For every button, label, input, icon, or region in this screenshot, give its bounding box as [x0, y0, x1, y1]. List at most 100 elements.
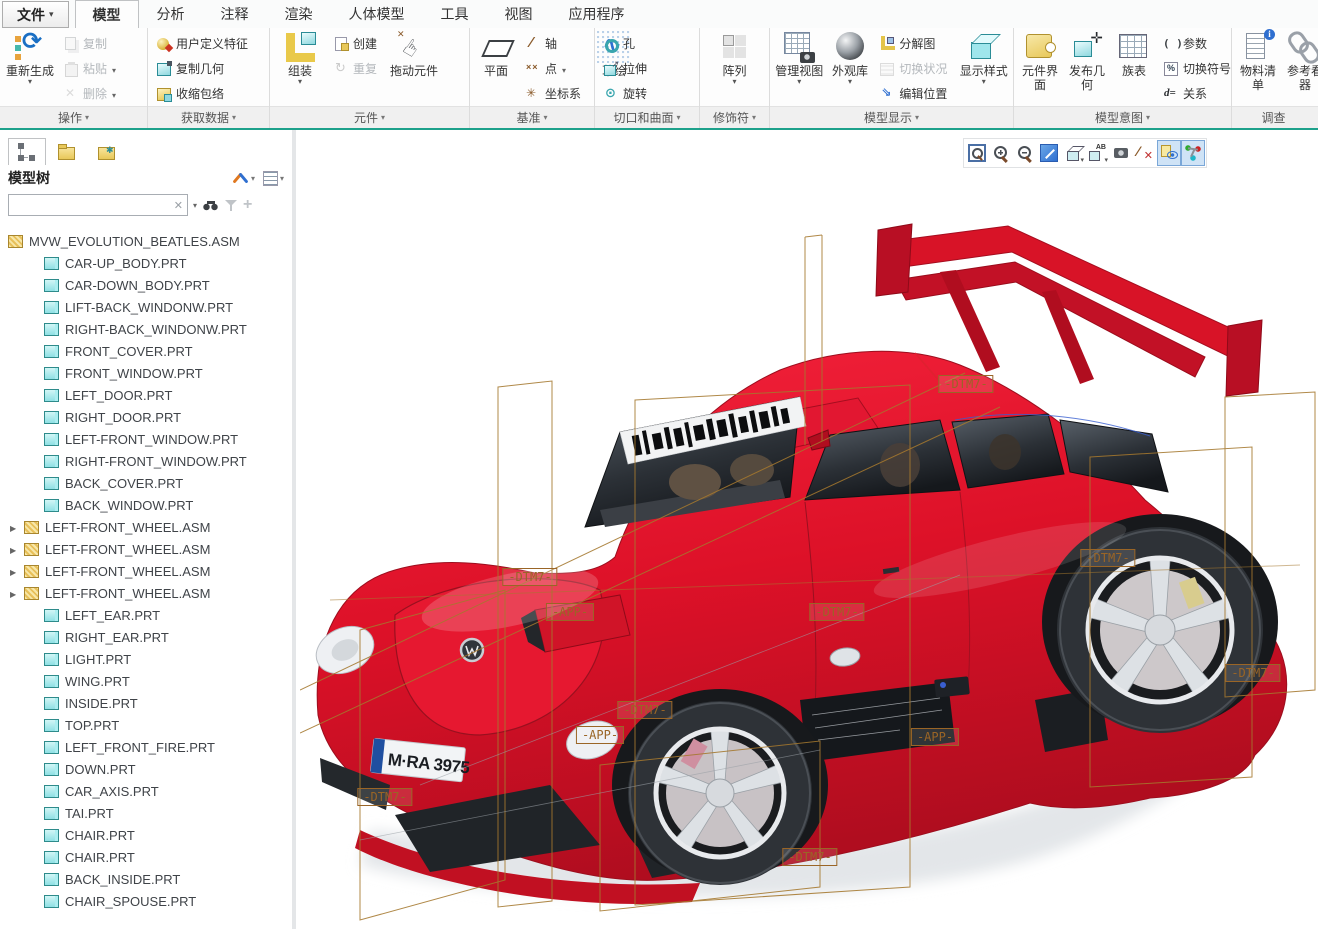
tree-item[interactable]: CHAIR.PRT: [0, 824, 292, 846]
component-interface-button[interactable]: 元件界面: [1017, 30, 1063, 102]
ribbon-button[interactable]: 拉伸: [598, 56, 656, 81]
tree-item[interactable]: WING.PRT: [0, 670, 292, 692]
ribbon-button[interactable]: 创建: [328, 31, 386, 56]
ribbon-button[interactable]: 粘贴: [58, 56, 121, 81]
tree-settings-button[interactable]: ▾: [263, 171, 284, 186]
ribbon-tab[interactable]: 模型: [75, 0, 139, 29]
ribbon-button[interactable]: 旋转: [598, 81, 656, 106]
datum-display-button[interactable]: [1133, 140, 1157, 166]
tab-model-tree[interactable]: [8, 138, 46, 165]
ribbon-tab[interactable]: 人体模型: [331, 0, 423, 28]
tree-item[interactable]: INSIDE.PRT: [0, 692, 292, 714]
tab-favorites[interactable]: [88, 138, 126, 165]
group-label-component[interactable]: 元件: [270, 106, 469, 128]
expand-arrow-icon[interactable]: [10, 562, 24, 580]
group-label-model-display[interactable]: 模型显示: [770, 106, 1013, 128]
publish-geometry-button[interactable]: 发布几何: [1064, 30, 1110, 102]
tree-search-input[interactable]: [12, 196, 166, 214]
tree-item[interactable]: CAR-DOWN_BODY.PRT: [0, 274, 292, 296]
datum-plane-tag[interactable]: -DTM7-: [1080, 549, 1135, 567]
group-label-operations[interactable]: 操作: [0, 106, 147, 128]
ribbon-button[interactable]: 关系: [1158, 81, 1240, 106]
ribbon-button[interactable]: 复制: [58, 31, 121, 56]
tree-tools-button[interactable]: ▾: [233, 170, 255, 186]
ribbon-button[interactable]: 收缩包络: [151, 81, 257, 106]
tree-item[interactable]: BACK_WINDOW.PRT: [0, 494, 292, 516]
file-menu-button[interactable]: 文件 ▾: [2, 1, 69, 28]
tree-item[interactable]: LEFT-FRONT_WHEEL.ASM: [0, 560, 292, 582]
group-label-get-data[interactable]: 获取数据: [148, 106, 269, 128]
ribbon-button[interactable]: 孔: [598, 31, 656, 56]
tree-item[interactable]: LEFT_DOOR.PRT: [0, 384, 292, 406]
ribbon-button[interactable]: 参数: [1158, 31, 1240, 56]
tree-item[interactable]: RIGHT-BACK_WINDONW.PRT: [0, 318, 292, 340]
bom-button[interactable]: 物料清单: [1235, 30, 1281, 102]
annotation-display-button[interactable]: [1157, 140, 1181, 166]
group-label-model-intent[interactable]: 模型意图: [1014, 106, 1231, 128]
ribbon-tab[interactable]: 渲染: [267, 0, 331, 28]
tree-item[interactable]: LEFT-FRONT_WHEEL.ASM: [0, 538, 292, 560]
filter-icon[interactable]: [224, 198, 238, 212]
ribbon-button[interactable]: 轴: [520, 31, 590, 56]
regenerate-button[interactable]: 重新生成 ▾: [3, 30, 57, 102]
graphics-area[interactable]: M·RA 3975: [300, 130, 1318, 929]
search-options-dropdown[interactable]: ▾: [193, 201, 197, 210]
tree-item[interactable]: LEFT-FRONT_WHEEL.ASM: [0, 582, 292, 604]
zoom-out-button[interactable]: [1013, 140, 1037, 166]
tree-item[interactable]: LIGHT.PRT: [0, 648, 292, 670]
datum-plane-tag[interactable]: -DTM7-: [809, 603, 864, 621]
pattern-button[interactable]: 阵列 ▾: [708, 30, 762, 102]
ribbon-button[interactable]: 删除: [58, 81, 121, 106]
tree-item[interactable]: DOWN.PRT: [0, 758, 292, 780]
ribbon-button[interactable]: 坐标系: [520, 81, 590, 106]
datum-plane-tag[interactable]: -DTM7-: [617, 701, 672, 719]
tree-item[interactable]: CAR-UP_BODY.PRT: [0, 252, 292, 274]
tree-item[interactable]: RIGHT_DOOR.PRT: [0, 406, 292, 428]
family-table-button[interactable]: 族表: [1111, 30, 1157, 102]
tree-item[interactable]: BACK_INSIDE.PRT: [0, 868, 292, 890]
tree-item[interactable]: LEFT_EAR.PRT: [0, 604, 292, 626]
ribbon-button[interactable]: 点: [520, 56, 590, 81]
add-filter-icon[interactable]: +: [243, 198, 252, 212]
ribbon-button[interactable]: 切换符号: [1158, 56, 1240, 81]
datum-plane-tag[interactable]: -DTM7-: [357, 788, 412, 806]
expand-arrow-icon[interactable]: [10, 584, 24, 602]
saved-views-button[interactable]: [1085, 140, 1109, 166]
zoom-region-button[interactable]: [965, 140, 989, 166]
ribbon-button[interactable]: 切换状况: [874, 56, 956, 81]
tree-item[interactable]: LIFT-BACK_WINDONW.PRT: [0, 296, 292, 318]
tree-item[interactable]: FRONT_WINDOW.PRT: [0, 362, 292, 384]
ribbon-button[interactable]: 重复: [328, 56, 386, 81]
ribbon-tab[interactable]: 视图: [487, 0, 551, 28]
tree-item[interactable]: LEFT-FRONT_WINDOW.PRT: [0, 428, 292, 450]
display-style-button[interactable]: [1061, 140, 1085, 166]
tree-item[interactable]: CHAIR_SPOUSE.PRT: [0, 890, 292, 912]
tree-item[interactable]: RIGHT-FRONT_WINDOW.PRT: [0, 450, 292, 472]
ribbon-button[interactable]: 用户定义特征: [151, 31, 257, 56]
ribbon-tab[interactable]: 分析: [139, 0, 203, 28]
expand-arrow-icon[interactable]: [10, 518, 24, 536]
group-label-cuts-surfaces[interactable]: 切口和曲面: [595, 106, 699, 128]
tree-item[interactable]: RIGHT_EAR.PRT: [0, 626, 292, 648]
datum-plane-tag[interactable]: -APP-: [911, 728, 959, 746]
expand-arrow-icon[interactable]: [10, 540, 24, 558]
ribbon-tab[interactable]: 工具: [423, 0, 487, 28]
repaint-button[interactable]: [1037, 140, 1061, 166]
view-manager-button[interactable]: [1109, 140, 1133, 166]
tab-folder-browser[interactable]: [48, 138, 86, 165]
datum-plane-tag[interactable]: -DTM7-: [938, 375, 993, 393]
display-style-button[interactable]: 显示样式 ▾: [957, 30, 1010, 102]
tree-item[interactable]: MVW_EVOLUTION_BEATLES.ASM: [0, 230, 292, 252]
ribbon-button[interactable]: 复制几何: [151, 56, 257, 81]
tree-item[interactable]: BACK_COVER.PRT: [0, 472, 292, 494]
appearance-gallery-button[interactable]: 外观库 ▾: [827, 30, 874, 102]
find-binoculars-icon[interactable]: [202, 198, 219, 213]
datum-plane-tag[interactable]: -APP-: [576, 726, 624, 744]
reference-viewer-button[interactable]: 参考看器: [1282, 30, 1318, 102]
tree-item[interactable]: LEFT_FRONT_FIRE.PRT: [0, 736, 292, 758]
datum-plane-tag[interactable]: -APP-: [546, 603, 594, 621]
ribbon-button[interactable]: 分解图: [874, 31, 956, 56]
ribbon-tab[interactable]: 注释: [203, 0, 267, 28]
tree-item[interactable]: FRONT_COVER.PRT: [0, 340, 292, 362]
manage-views-button[interactable]: 管理视图 ▾: [773, 30, 826, 102]
